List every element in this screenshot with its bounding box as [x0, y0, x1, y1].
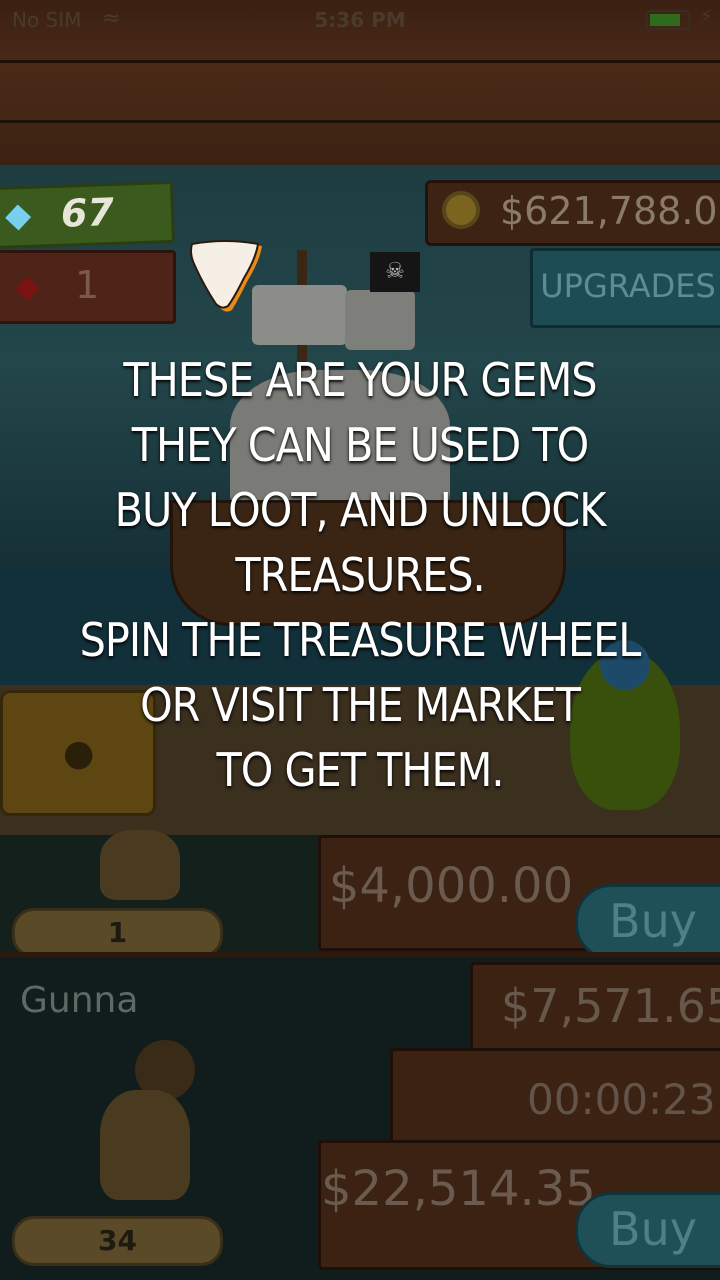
tutorial-line: TREASURES.	[235, 548, 485, 602]
crew-level-badge: 1	[12, 908, 223, 958]
tutorial-line: TO GET THEM.	[216, 743, 505, 797]
gems-counter[interactable]: ◆ 67	[0, 180, 176, 250]
plank-seam	[0, 120, 720, 123]
tutorial-line: OR VISIT THE MARKET	[140, 678, 581, 732]
plank-seam	[0, 60, 720, 63]
tutorial-line: SPIN THE TREASURE WHEEL	[79, 613, 642, 667]
upgrades-label: UPGRADES	[540, 267, 716, 305]
pirate-flag-icon: ☠	[370, 252, 420, 292]
status-bar: No SIM ≈ 5:36 PM ⚡	[0, 0, 720, 40]
ship-sail	[345, 290, 415, 350]
money-value: $621,788.03	[500, 189, 720, 233]
buy-button[interactable]: Buy	[575, 1192, 720, 1268]
crew-timer: 00:00:23	[527, 1075, 716, 1124]
crew-cost: $4,000.00	[328, 858, 574, 914]
ruby-value: 1	[75, 263, 100, 307]
ruby-counter[interactable]: ◆ 1	[0, 250, 176, 324]
pirate-gunna	[100, 1090, 190, 1200]
gems-value: 67	[60, 189, 115, 236]
tutorial-line: THEY CAN BE USED TO	[131, 418, 590, 472]
buy-button[interactable]: Buy	[575, 884, 720, 960]
coin-icon	[442, 191, 480, 229]
tutorial-message: THESE ARE YOUR GEMS THEY CAN BE USED TO …	[0, 348, 720, 803]
pirate-character	[100, 830, 180, 900]
crew-cost: $22,514.35	[321, 1161, 596, 1217]
tutorial-line: BUY LOOT, AND UNLOCK	[114, 483, 607, 537]
upgrades-button[interactable]: UPGRADES	[530, 248, 720, 328]
battery-level	[650, 14, 680, 26]
diamond-icon: ◆	[4, 194, 32, 236]
income-plank: $7,571.65	[470, 962, 720, 1056]
timer-plank: 00:00:23	[390, 1048, 720, 1154]
battery-icon	[646, 10, 690, 30]
tutorial-pointer-icon	[190, 240, 262, 312]
money-counter: $621,788.03	[425, 180, 720, 246]
crew-income: $7,571.65	[501, 979, 720, 1033]
bolt-icon: ⚡	[700, 6, 713, 27]
crew-level-badge: 34	[12, 1216, 223, 1266]
ruby-icon: ◆	[15, 267, 40, 305]
tutorial-line: THESE ARE YOUR GEMS	[123, 353, 597, 407]
crew-name: Gunna	[20, 980, 139, 1021]
clock: 5:36 PM	[314, 8, 406, 32]
